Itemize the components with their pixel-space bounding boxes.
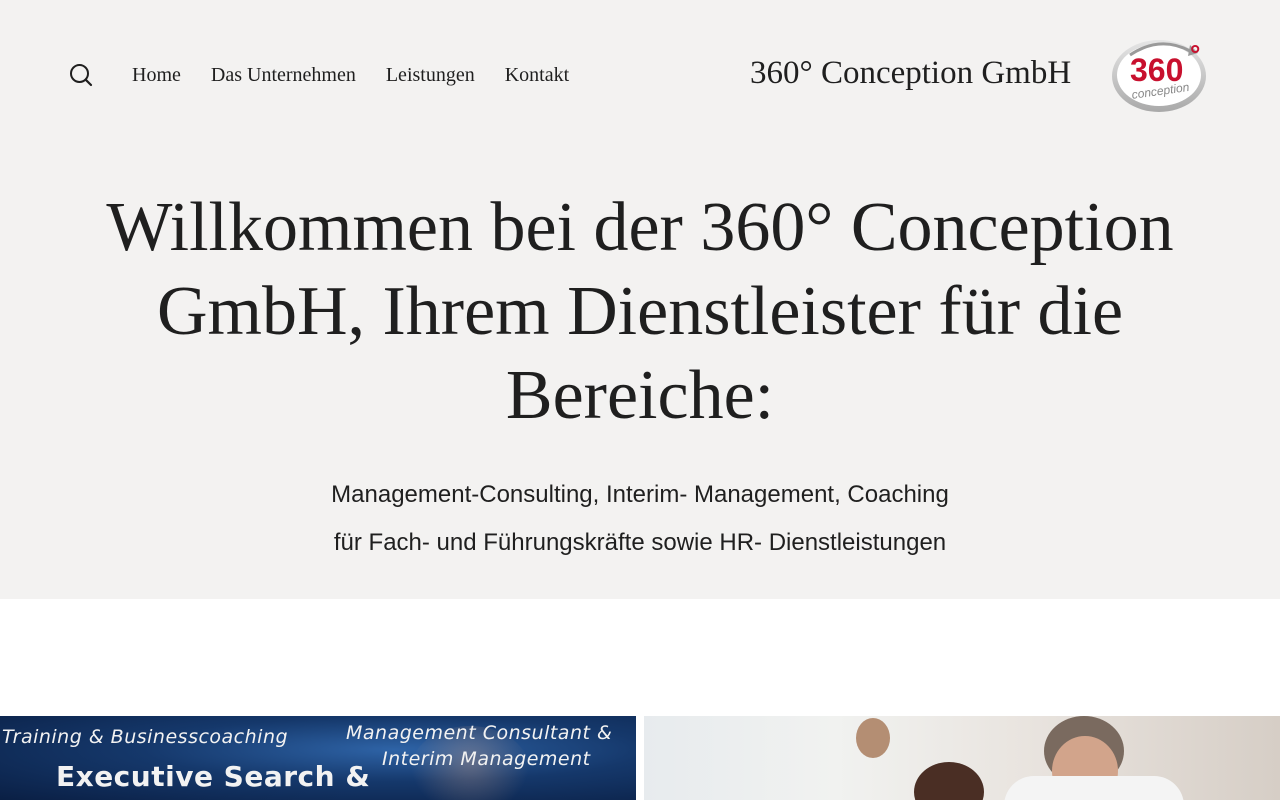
collage-text-management: Management Consultant & <box>346 722 613 744</box>
svg-text:°: ° <box>1190 39 1200 69</box>
photo-person-woman <box>914 762 984 800</box>
photo-person-shirt <box>1004 776 1184 800</box>
photo-person-background <box>856 718 890 758</box>
nav-kontakt[interactable]: Kontakt <box>505 64 569 87</box>
collage-text-executive: Executive Search & <box>56 760 371 793</box>
company-logo[interactable]: 360 ° conception <box>1110 37 1210 115</box>
hero-subline-2: für Fach- und Führungskräfte sowie HR- D… <box>333 529 947 556</box>
tile-team-photo[interactable] <box>644 716 1280 800</box>
tile-services-collage[interactable]: Training & Businesscoaching Management C… <box>0 716 636 800</box>
collage-text-interim: Interim Management <box>382 748 591 770</box>
logo-360-icon: 360 ° conception <box>1112 39 1206 112</box>
nav-home[interactable]: Home <box>132 64 181 87</box>
hero-headline: Willkommen bei der 360° Conception GmbH,… <box>106 189 1174 434</box>
search-button[interactable] <box>66 60 96 90</box>
hero-subline: Management-Consulting, Interim- Manageme… <box>160 471 1120 567</box>
hero-section: Home Das Unternehmen Leistungen Kontakt … <box>0 0 1280 599</box>
collage-text-training: Training & Businesscoaching <box>2 726 289 748</box>
hero-subline-1: Management-Consulting, Interim- Manageme… <box>331 481 949 508</box>
nav-das-unternehmen[interactable]: Das Unternehmen <box>211 64 356 87</box>
main-navigation: Home Das Unternehmen Leistungen Kontakt <box>132 62 569 88</box>
nav-leistungen[interactable]: Leistungen <box>386 64 475 87</box>
site-title[interactable]: 360° Conception GmbH <box>750 55 1071 92</box>
search-icon <box>70 64 93 87</box>
